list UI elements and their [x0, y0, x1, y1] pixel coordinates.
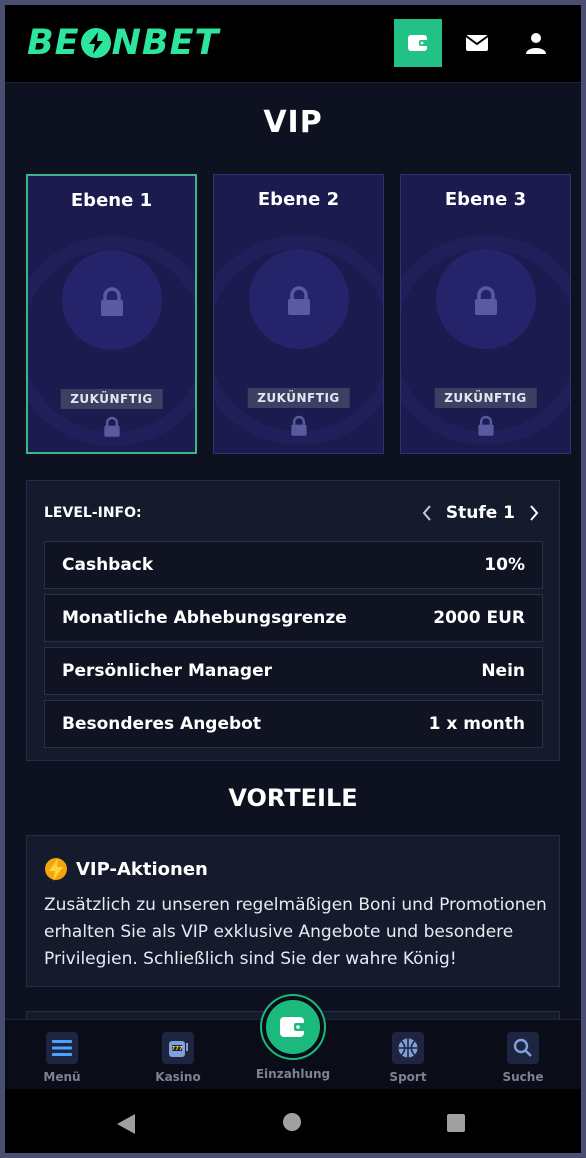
nav-menu[interactable]: Menü: [17, 1032, 107, 1084]
lightning-icon: [45, 858, 67, 881]
benefit-description: Zusätzlich zu unseren regelmäßigen Boni …: [44, 895, 547, 969]
info-row-key: Monatliche Abhebungsgrenze: [62, 608, 347, 628]
recent-apps-icon[interactable]: [447, 1114, 465, 1132]
level-card-2[interactable]: Ebene 2 ZUKÜNFTIG: [213, 174, 384, 454]
vip-title: VIP: [263, 105, 323, 140]
nav-label: Menü: [43, 1070, 81, 1084]
level-card-3[interactable]: Ebene 3 ZUKÜNFTIG: [400, 174, 571, 454]
info-row-manager: Persönlicher Manager Nein: [44, 647, 543, 695]
info-row-value: 1 x month: [428, 714, 525, 734]
info-row-key: Persönlicher Manager: [62, 661, 272, 681]
level-name: Ebene 1: [70, 190, 153, 211]
beonbet-logo[interactable]: BE NBET: [27, 23, 219, 63]
level-name: Ebene 2: [257, 189, 340, 210]
benefit-header: VIP-Aktionen: [44, 856, 208, 882]
deposit-label: Einzahlung: [255, 1067, 331, 1081]
status-badge: ZUKÜNFTIG: [434, 388, 537, 408]
menu-icon: [46, 1032, 78, 1064]
info-row-withdrawal-limit: Monatliche Abhebungsgrenze 2000 EUR: [44, 594, 543, 642]
wallet-icon: [408, 35, 428, 51]
level-info-panel: LEVEL-INFO: Stufe 1 Cashback 10% Monatli…: [26, 480, 560, 761]
wallet-icon: [280, 1017, 306, 1037]
basketball-icon: [392, 1032, 424, 1064]
status-badge: ZUKÜNFTIG: [247, 388, 350, 408]
info-row-value: 10%: [484, 555, 525, 575]
messages-button[interactable]: [453, 19, 501, 67]
info-row-value: 2000 EUR: [433, 608, 525, 628]
info-row-key: Besonderes Angebot: [62, 714, 261, 734]
level-selector: Stufe 1: [422, 503, 539, 523]
level-info-label: LEVEL-INFO:: [44, 505, 142, 521]
lock-icon: [100, 287, 123, 316]
status-badge: ZUKÜNFTIG: [60, 389, 163, 409]
lock-icon: [477, 415, 494, 436]
deposit-button[interactable]: [262, 996, 324, 1058]
lightning-o-icon: [80, 28, 111, 58]
benefit-card: VIP-Aktionen Zusätzlich zu unseren regel…: [26, 835, 560, 987]
level-name: Ebene 3: [444, 189, 527, 210]
app-frame: BE NBET VIP Ebene 1 ZUKÜNFTIG Ebene 2 ZU…: [5, 5, 581, 1153]
nav-kasino[interactable]: 777 Kasino: [133, 1032, 223, 1084]
lock-icon: [287, 286, 310, 315]
benefit-title: VIP-Aktionen: [76, 858, 208, 880]
info-row-special-offer: Besonderes Angebot 1 x month: [44, 700, 543, 748]
android-navigation-bar: [5, 1089, 581, 1153]
level-card-1[interactable]: Ebene 1 ZUKÜNFTIG: [26, 174, 197, 454]
level-selector-label: Stufe 1: [445, 503, 515, 523]
profile-button[interactable]: [512, 19, 560, 67]
nav-label: Kasino: [155, 1070, 201, 1084]
info-row-value: Nein: [481, 661, 525, 681]
home-icon[interactable]: [283, 1113, 301, 1131]
mail-icon: [465, 35, 489, 51]
info-row-cashback: Cashback 10%: [44, 541, 543, 589]
info-row-key: Cashback: [62, 555, 154, 575]
benefits-title: VORTEILE: [228, 784, 358, 812]
chevron-right-icon[interactable]: [529, 504, 539, 522]
nav-sport[interactable]: Sport: [363, 1032, 453, 1084]
top-header: BE NBET: [5, 5, 581, 83]
search-icon: [507, 1032, 539, 1064]
nav-suche[interactable]: Suche: [478, 1032, 568, 1084]
lock-icon: [474, 286, 497, 315]
svg-text:777: 777: [171, 1046, 183, 1052]
chevron-left-icon[interactable]: [422, 504, 432, 522]
nav-label: Suche: [502, 1070, 544, 1084]
wallet-button[interactable]: [394, 19, 442, 67]
nav-label: Sport: [389, 1070, 427, 1084]
lock-icon: [290, 415, 307, 436]
slot-machine-icon: 777: [162, 1032, 194, 1064]
lock-icon: [103, 416, 120, 437]
back-icon[interactable]: [116, 1113, 136, 1135]
user-icon: [526, 33, 546, 54]
